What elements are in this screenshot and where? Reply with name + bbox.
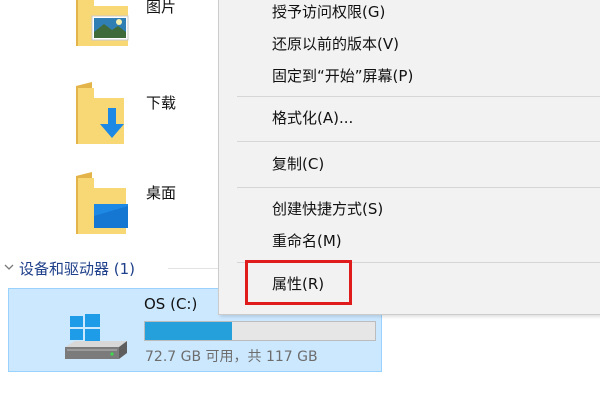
folder-pictures[interactable]: 图片 — [70, 0, 230, 66]
chevron-down-icon[interactable] — [3, 261, 15, 273]
menu-separator — [237, 96, 600, 97]
folder-downloads[interactable]: 下载 — [70, 82, 230, 162]
drive-usage-fill — [145, 322, 233, 340]
menu-item-rename[interactable]: 重命名(M) — [272, 229, 572, 253]
pictures-folder-icon — [76, 0, 129, 46]
menu-item-format[interactable]: 格式化(A)... — [272, 106, 572, 130]
menu-separator — [237, 187, 600, 188]
properties-highlight-box — [245, 260, 352, 305]
drive-name: OS (C:) — [144, 295, 198, 313]
menu-separator — [237, 141, 600, 142]
hard-drive-icon — [65, 314, 127, 359]
menu-item-copy[interactable]: 复制(C) — [272, 152, 572, 176]
folder-label-downloads: 下载 — [146, 94, 177, 112]
folder-desktop[interactable]: 桌面 — [70, 172, 230, 252]
drive-size-text: 72.7 GB 可用，共 117 GB — [145, 349, 318, 365]
downloads-folder-icon — [76, 82, 124, 144]
menu-item-create-shortcut[interactable]: 创建快捷方式(S) — [272, 197, 572, 221]
menu-item-restore-versions[interactable]: 还原以前的版本(V) — [272, 32, 572, 56]
section-title: 设备和驱动器 (1) — [19, 260, 136, 278]
desktop-folder-icon — [76, 172, 128, 234]
menu-item-grant-access[interactable]: 授予访问权限(G) — [272, 0, 572, 24]
folder-label-pictures: 图片 — [146, 0, 177, 16]
menu-item-pin-to-start[interactable]: 固定到“开始”屏幕(P) — [272, 64, 572, 88]
devices-and-drives-header[interactable]: 设备和驱动器 (1) — [0, 256, 225, 282]
section-divider — [168, 268, 225, 269]
folder-label-desktop: 桌面 — [146, 184, 177, 202]
drive-usage-bar — [144, 321, 376, 341]
